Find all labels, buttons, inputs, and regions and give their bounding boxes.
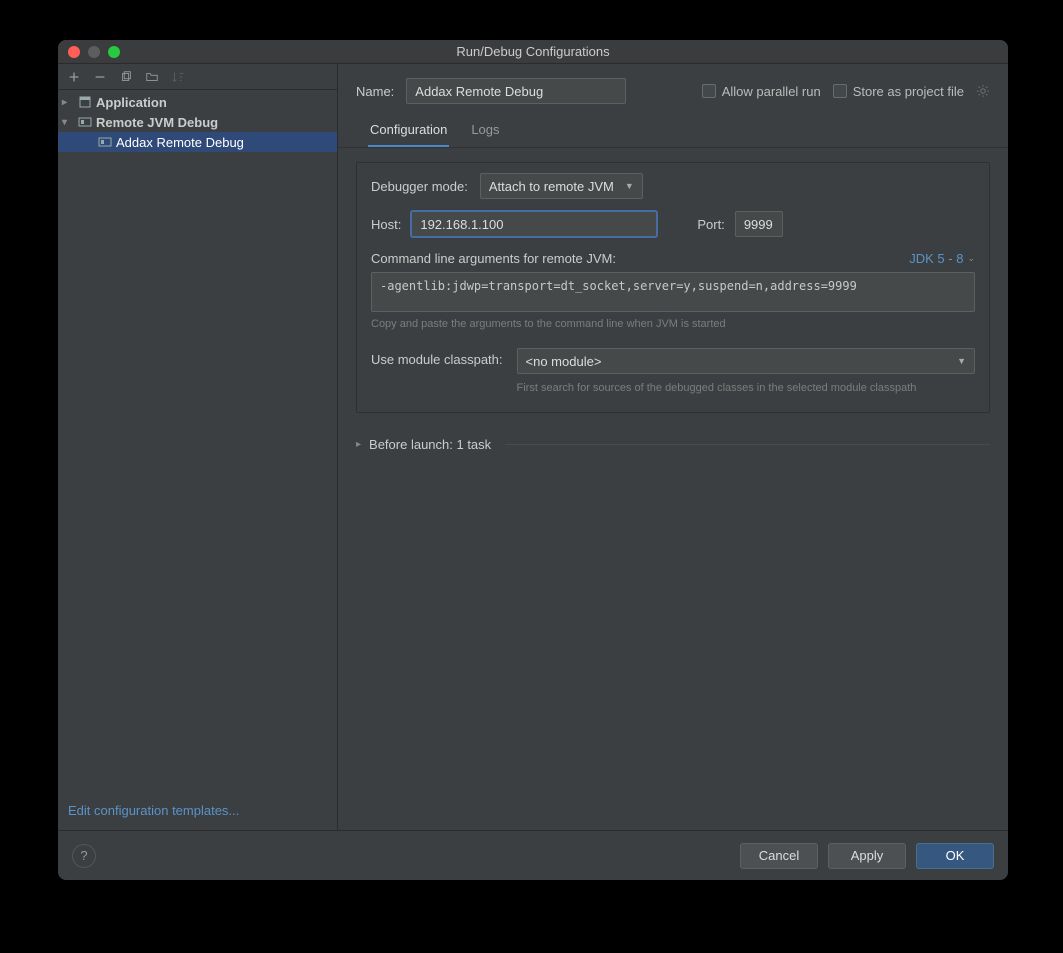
cmd-args-field[interactable]: -agentlib:jdwp=transport=dt_socket,serve… <box>371 272 975 312</box>
checkbox-icon <box>833 84 847 98</box>
window-title: Run/Debug Configurations <box>58 44 1008 59</box>
allow-parallel-checkbox[interactable]: Allow parallel run <box>702 84 821 99</box>
main-panel: Name: Allow parallel run Store as projec… <box>338 64 1008 830</box>
tabs: Configuration Logs <box>338 114 1008 148</box>
chevron-down-icon: ▼ <box>625 181 634 191</box>
tree-label: Addax Remote Debug <box>116 135 244 150</box>
checkbox-label: Allow parallel run <box>722 84 821 99</box>
module-select[interactable]: <no module> ▼ <box>517 348 975 374</box>
edit-templates-link[interactable]: Edit configuration templates... <box>58 795 337 830</box>
debugger-mode-select[interactable]: Attach to remote JVM ▼ <box>480 173 643 199</box>
cmd-header: Command line arguments for remote JVM: J… <box>371 251 975 266</box>
config-panel: Debugger mode: Attach to remote JVM ▼ Ho… <box>356 162 990 413</box>
port-label: Port: <box>697 217 724 232</box>
sort-config-icon[interactable] <box>170 69 186 85</box>
chevron-right-icon: ▸ <box>356 439 361 450</box>
zoom-window-icon[interactable] <box>108 46 120 58</box>
store-project-checkbox[interactable]: Store as project file <box>833 84 964 99</box>
debugger-mode-row: Debugger mode: Attach to remote JVM ▼ <box>371 173 975 199</box>
add-config-icon[interactable] <box>66 69 82 85</box>
before-launch-section[interactable]: ▸ Before launch: 1 task <box>356 437 990 452</box>
chevron-down-icon: ▾ <box>62 117 74 128</box>
gear-icon[interactable] <box>976 84 990 98</box>
module-hint: First search for sources of the debugged… <box>517 382 975 394</box>
checkbox-icon <box>702 84 716 98</box>
help-button[interactable]: ? <box>72 844 96 868</box>
select-value: Attach to remote JVM <box>489 179 614 194</box>
host-label: Host: <box>371 217 401 232</box>
ok-button[interactable]: OK <box>916 843 994 869</box>
tree-label: Application <box>96 95 167 110</box>
name-input[interactable] <box>406 78 626 104</box>
cmd-label: Command line arguments for remote JVM: <box>371 251 616 266</box>
footer: ? Cancel Apply OK <box>58 830 1008 880</box>
name-label: Name: <box>356 84 394 99</box>
tab-logs[interactable]: Logs <box>469 114 501 147</box>
sidebar: ▸ Application ▾ Remote JVM Debug <box>58 64 338 830</box>
tree-item-addax-remote[interactable]: Addax Remote Debug <box>58 132 337 152</box>
select-value: <no module> <box>526 354 602 369</box>
chevron-right-icon: ▸ <box>62 97 74 108</box>
config-tree: ▸ Application ▾ Remote JVM Debug <box>58 90 337 795</box>
dialog-window: Run/Debug Configurations <box>58 40 1008 880</box>
tab-configuration[interactable]: Configuration <box>368 114 449 147</box>
dialog-body: ▸ Application ▾ Remote JVM Debug <box>58 64 1008 830</box>
host-port-row: Host: Port: <box>371 211 975 237</box>
apply-button[interactable]: Apply <box>828 843 906 869</box>
chevron-down-icon: ⌄ <box>967 253 975 264</box>
minimize-window-icon[interactable] <box>88 46 100 58</box>
cmd-hint: Copy and paste the arguments to the comm… <box>371 318 975 330</box>
before-launch-label: Before launch: 1 task <box>369 437 491 452</box>
tree-group-application[interactable]: ▸ Application <box>58 92 337 112</box>
copy-config-icon[interactable] <box>118 69 134 85</box>
remove-config-icon[interactable] <box>92 69 108 85</box>
remote-jvm-icon <box>98 135 112 149</box>
jdk-label: JDK 5 - 8 <box>909 251 963 266</box>
titlebar: Run/Debug Configurations <box>58 40 1008 64</box>
traffic-lights <box>58 46 120 58</box>
cancel-button[interactable]: Cancel <box>740 843 818 869</box>
tree-label: Remote JVM Debug <box>96 115 218 130</box>
host-input[interactable] <box>411 211 657 237</box>
folder-config-icon[interactable] <box>144 69 160 85</box>
name-row: Name: Allow parallel run Store as projec… <box>338 64 1008 114</box>
port-input[interactable] <box>735 211 783 237</box>
sidebar-toolbar <box>58 64 337 90</box>
checkbox-label: Store as project file <box>853 84 964 99</box>
tree-group-remote-jvm[interactable]: ▾ Remote JVM Debug <box>58 112 337 132</box>
module-row: Use module classpath: <no module> ▼ Firs… <box>371 348 975 394</box>
chevron-down-icon: ▼ <box>957 356 966 366</box>
module-label: Use module classpath: <box>371 348 503 367</box>
divider <box>505 444 990 445</box>
application-icon <box>78 95 92 109</box>
close-window-icon[interactable] <box>68 46 80 58</box>
debugger-mode-label: Debugger mode: <box>371 179 468 194</box>
remote-jvm-icon <box>78 115 92 129</box>
jdk-version-select[interactable]: JDK 5 - 8 ⌄ <box>909 251 975 266</box>
